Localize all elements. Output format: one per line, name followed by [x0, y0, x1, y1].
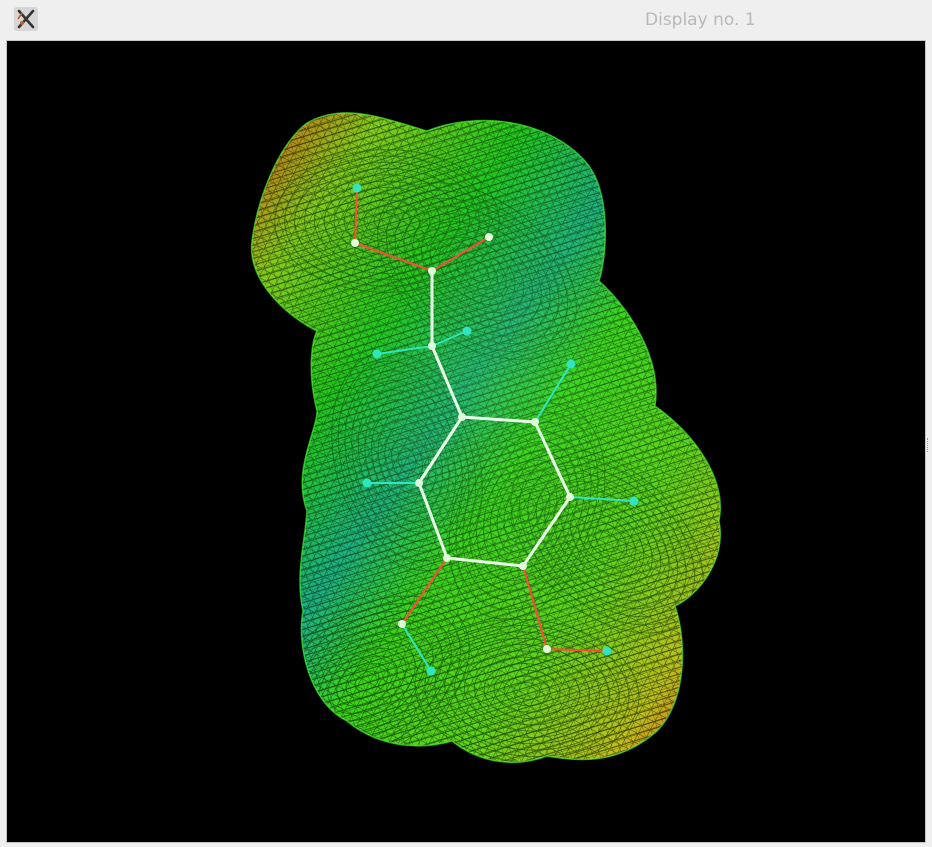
title-bar[interactable]: Display no. 1	[0, 0, 932, 40]
atom-c7	[443, 554, 451, 562]
potential-surface-mesh	[250, 112, 722, 764]
atom-c5	[566, 493, 574, 501]
atom-o2	[485, 233, 493, 241]
molecule-viewport[interactable]	[6, 40, 926, 843]
molecular-surface-render[interactable]	[7, 41, 925, 842]
atom-o3	[543, 645, 551, 653]
atom-c4	[531, 418, 539, 426]
atom-h2	[462, 326, 472, 336]
window-title: Display no. 1	[645, 10, 756, 30]
app-icon[interactable]	[14, 7, 38, 31]
atom-o1	[351, 239, 359, 247]
x-logo-icon	[14, 7, 38, 31]
molecule-display-window: Display no. 1	[0, 0, 932, 847]
atom-h8	[362, 478, 372, 488]
atom-h4	[566, 359, 576, 369]
atom-c1	[428, 267, 436, 275]
atom-c8	[415, 479, 423, 487]
resize-grip[interactable]	[927, 438, 930, 452]
atom-h1	[352, 183, 362, 193]
atom-c6	[519, 562, 527, 570]
atom-h5	[629, 496, 639, 506]
atom-c2	[428, 342, 436, 350]
atom-h7	[426, 666, 436, 676]
atom-h3	[372, 349, 382, 359]
atom-h6	[602, 646, 612, 656]
atom-c3	[458, 413, 466, 421]
atom-o4	[398, 620, 406, 628]
